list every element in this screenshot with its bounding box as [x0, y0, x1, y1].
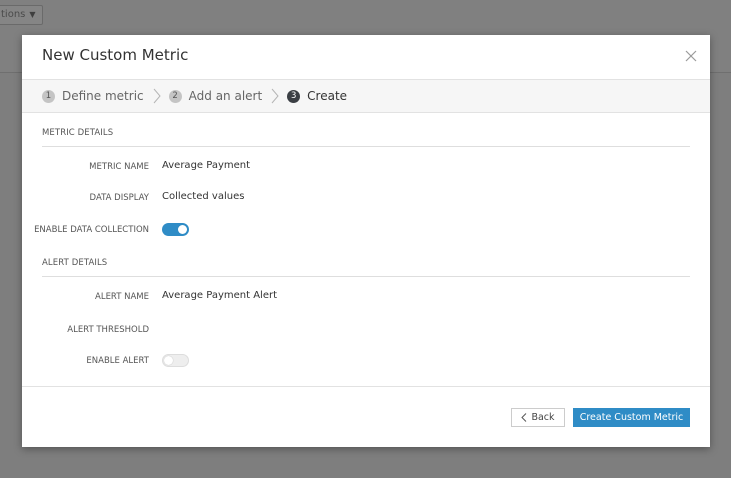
toggle-knob: [164, 356, 173, 365]
chevron-right-icon: [153, 88, 161, 104]
create-custom-metric-button[interactable]: Create Custom Metric: [573, 408, 690, 427]
modal-header: New Custom Metric: [22, 35, 710, 79]
step-create[interactable]: 3 Create: [287, 89, 347, 103]
step-add-alert[interactable]: 2 Add an alert: [168, 89, 263, 103]
section-divider: [42, 276, 690, 277]
step-label: Add an alert: [188, 89, 263, 103]
enable-data-collection-label: ENABLE DATA COLLECTION: [34, 225, 149, 235]
step-number: 3: [287, 89, 301, 103]
alert-threshold-label: ALERT THRESHOLD: [67, 325, 149, 335]
new-custom-metric-dialog: New Custom Metric 1 Define metric 2 Add …: [22, 35, 710, 447]
close-button[interactable]: [684, 49, 698, 63]
data-display-value: Collected values: [162, 191, 245, 202]
back-button-label: Back: [531, 412, 555, 423]
section-divider: [42, 146, 690, 147]
enable-data-collection-toggle[interactable]: [162, 223, 189, 236]
create-button-label: Create Custom Metric: [579, 412, 684, 423]
chevron-right-icon: [271, 88, 279, 104]
wizard-stepper: 1 Define metric 2 Add an alert 3 Create: [22, 79, 710, 113]
data-display-label: DATA DISPLAY: [89, 193, 149, 203]
enable-alert-toggle[interactable]: [162, 354, 189, 367]
step-define-metric[interactable]: 1 Define metric: [42, 89, 144, 103]
alert-details-heading: ALERT DETAILS: [42, 258, 108, 268]
options-dropdown[interactable]: tions ▼: [0, 5, 43, 25]
step-number: 2: [168, 89, 182, 103]
step-label: Create: [307, 89, 348, 103]
step-number: 1: [42, 89, 55, 103]
alert-name-value: Average Payment Alert: [162, 290, 278, 301]
alert-name-label: ALERT NAME: [95, 292, 149, 302]
toggle-knob: [178, 225, 187, 234]
close-icon: [685, 50, 697, 62]
caret-down-icon: ▼: [29, 10, 36, 19]
footer-divider: [22, 386, 710, 387]
options-dropdown-label: tions: [1, 9, 26, 20]
metric-details-heading: METRIC DETAILS: [42, 128, 114, 138]
step-label: Define metric: [62, 89, 144, 103]
metric-name-value: Average Payment: [162, 160, 251, 171]
back-button[interactable]: Back: [511, 408, 565, 427]
modal-title: New Custom Metric: [42, 46, 189, 64]
metric-name-label: METRIC NAME: [89, 162, 149, 172]
chevron-left-icon: [521, 413, 527, 422]
enable-alert-label: ENABLE ALERT: [86, 356, 149, 366]
